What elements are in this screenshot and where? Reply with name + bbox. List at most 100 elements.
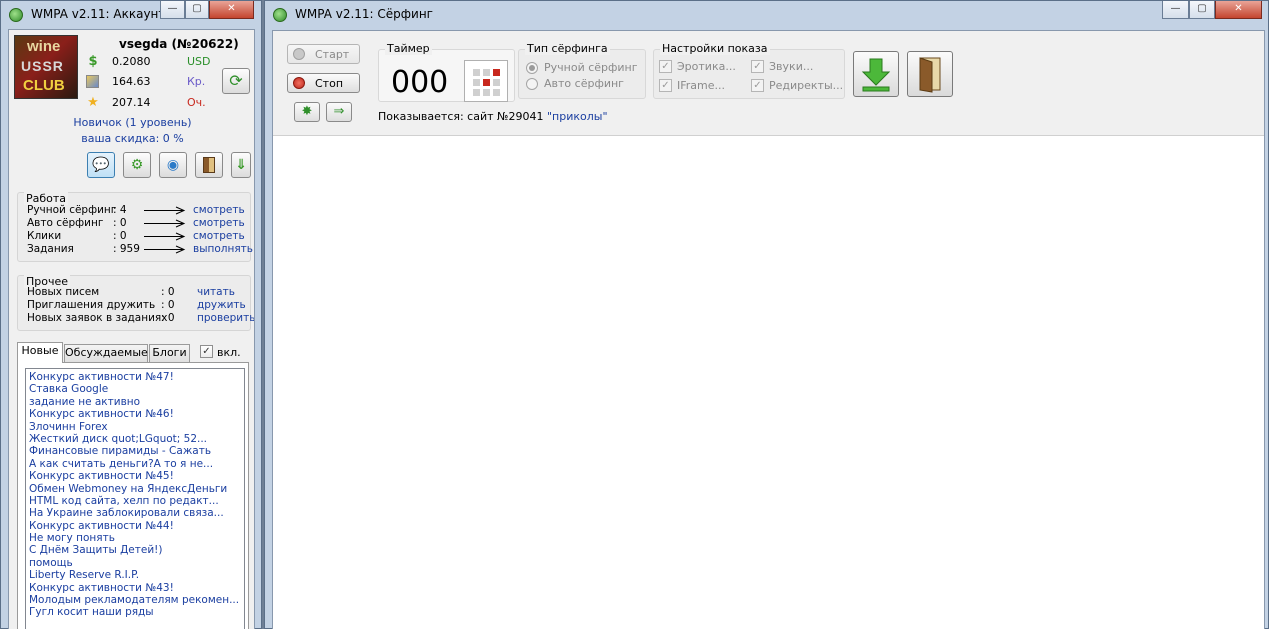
balance-usd: $ 0.2080 USD: [85, 54, 215, 70]
gear-icon: ✸: [301, 104, 313, 119]
app-logo-icon: [9, 8, 23, 22]
minimize-button[interactable]: —: [1162, 1, 1189, 19]
befriend-link[interactable]: дружить: [197, 299, 246, 311]
timer-title: Таймер: [385, 42, 432, 55]
news-item[interactable]: Конкурс активности №44!: [26, 520, 244, 532]
arrow-right-icon: ⇒: [333, 104, 345, 119]
messages-button[interactable]: 💬: [87, 152, 115, 178]
enabled-checkbox[interactable]: ✓: [200, 345, 213, 358]
news-item[interactable]: Liberty Reserve R.I.P.: [26, 569, 244, 581]
timer-value: 000: [391, 65, 449, 100]
account-window-titlebar[interactable]: WMPA v2.11: Аккаунт — ▢ ✕: [1, 1, 261, 29]
news-item[interactable]: Жесткий диск quot;LGquot; 52...: [26, 433, 244, 445]
tab-blogs[interactable]: Блоги: [149, 344, 190, 362]
refresh-icon: ⟳: [229, 71, 243, 90]
news-item[interactable]: HTML код сайта, хелп по редакт...: [26, 495, 244, 507]
news-item[interactable]: Финансовые пирамиды - Сажать: [26, 445, 244, 457]
close-button[interactable]: ✕: [209, 1, 254, 19]
gear-icon: ⚙: [130, 157, 144, 173]
download-arrow-icon: [861, 58, 891, 92]
auto-surf-radio[interactable]: [526, 78, 538, 90]
news-item[interactable]: Конкурс активности №45!: [26, 470, 244, 482]
news-item[interactable]: Молодым рекламодателям рекомен...: [26, 594, 244, 606]
display-settings-group: Настройки показа ✓ Эротика... ✓ Звуки...…: [653, 42, 845, 99]
close-button[interactable]: ✕: [1215, 1, 1262, 19]
settings-button[interactable]: ✸: [294, 102, 320, 122]
work-row-tasks: Задания : 959 выполнять: [27, 243, 253, 255]
surfing-window-title: WMPA v2.11: Сёрфинг: [295, 7, 433, 21]
view-auto-surf-link[interactable]: смотреть: [193, 217, 245, 229]
refresh-button[interactable]: ⟳: [222, 68, 250, 94]
other-row-friends: Приглашения дружить : 0 дружить: [27, 299, 246, 311]
do-tasks-link[interactable]: выполнять: [193, 243, 253, 255]
news-item[interactable]: Гугл косит наши ряды: [26, 606, 244, 618]
check-icon: [293, 48, 305, 60]
next-button[interactable]: ⇒: [326, 102, 352, 122]
status-line: Показывается: сайт №29041 "приколы": [378, 110, 608, 123]
iframe-checkbox[interactable]: ✓: [659, 79, 672, 92]
avatar: wine USSR CLUB: [14, 35, 78, 99]
tab-new[interactable]: Новые: [17, 342, 63, 363]
browser-content-area[interactable]: [273, 135, 1264, 629]
status-text: Показывается: сайт №29041: [378, 110, 547, 123]
door-icon: [203, 157, 215, 173]
maximize-button[interactable]: ▢: [1189, 1, 1215, 19]
view-manual-surf-link[interactable]: смотреть: [193, 204, 245, 216]
surf-type-group: Тип сёрфинга Ручной сёрфинг Авто сёрфинг: [518, 42, 646, 99]
browser-button[interactable]: ◉: [159, 152, 187, 178]
sounds-checkbox[interactable]: ✓: [751, 60, 764, 73]
news-item[interactable]: помощь: [26, 557, 244, 569]
work-row-auto: Авто сёрфинг : 0 смотреть: [27, 217, 245, 229]
minimize-button[interactable]: —: [160, 1, 185, 19]
captcha-image: [464, 60, 508, 102]
dollar-icon: $: [88, 54, 98, 69]
manual-surf-radio[interactable]: [526, 62, 538, 74]
balance-credits: 164.63 Кр.: [85, 74, 215, 90]
app-logo-icon: [273, 8, 287, 22]
globe-icon: ◉: [166, 157, 180, 173]
surfing-window-titlebar[interactable]: WMPA v2.11: Сёрфинг — ▢ ✕: [265, 1, 1268, 29]
news-item[interactable]: Обмен Webmoney на ЯндексДеньги: [26, 483, 244, 495]
surfing-toolbar: Старт Стоп ✸ ⇒ Таймер 000 Тип сёрфинга Р…: [273, 31, 1264, 135]
news-item[interactable]: задание не активно: [26, 396, 244, 408]
user-level: Новичок (1 уровень): [73, 116, 192, 129]
arrow-right-icon: [144, 219, 186, 228]
news-item[interactable]: С Днём Защиты Детей!): [26, 544, 244, 556]
news-item[interactable]: Ставка Google: [26, 383, 244, 395]
tab-discussed[interactable]: Обсуждаемые: [64, 344, 148, 362]
stop-button[interactable]: Стоп: [287, 73, 360, 93]
news-list[interactable]: Конкурс активности №47! Ставка Google зада…: [25, 368, 245, 629]
news-item[interactable]: Конкурс активности №43!: [26, 582, 244, 594]
display-settings-title: Настройки показа: [660, 42, 770, 55]
download-button[interactable]: [853, 51, 899, 97]
erotica-checkbox[interactable]: ✓: [659, 60, 672, 73]
work-row-clicks: Клики : 0 смотреть: [27, 230, 245, 242]
settings-button[interactable]: ⚙: [123, 152, 151, 178]
redirects-checkbox[interactable]: ✓: [751, 79, 764, 92]
work-group: Работа Ручной сёрфинг : 4 смотреть Авто …: [17, 192, 253, 262]
current-site-link[interactable]: "приколы": [547, 110, 608, 123]
start-button[interactable]: Старт: [287, 44, 360, 64]
surfing-panel: Старт Стоп ✸ ⇒ Таймер 000 Тип сёрфинга Р…: [272, 30, 1265, 629]
credit-icon: [86, 75, 99, 88]
discount-text: ваша скидка: 0 %: [81, 132, 184, 145]
account-panel: wine USSR CLUB vsegda (№20622) $ 0.2080 …: [8, 29, 255, 629]
news-item[interactable]: А как считать деньги?А то я не...: [26, 458, 244, 470]
news-item[interactable]: Конкурс активности №46!: [26, 408, 244, 420]
view-clicks-link[interactable]: смотреть: [193, 230, 245, 242]
news-tabs: Новые Обсуждаемые Блоги ✓ вкл.: [17, 342, 251, 363]
news-item[interactable]: На Украине заблокировали связа...: [26, 507, 244, 519]
read-mail-link[interactable]: читать: [197, 286, 235, 298]
door-icon: [919, 57, 941, 93]
maximize-button[interactable]: ▢: [185, 1, 209, 19]
news-item[interactable]: Злочинн Forex: [26, 421, 244, 433]
exit-button[interactable]: [195, 152, 223, 178]
check-requests-link[interactable]: проверить: [197, 312, 254, 324]
account-window-title: WMPA v2.11: Аккаунт: [31, 7, 166, 21]
enabled-label: вкл.: [217, 346, 241, 359]
username: vsegda (№20622): [119, 37, 239, 51]
exit-button[interactable]: [907, 51, 953, 97]
download-button[interactable]: ⇓: [231, 152, 251, 178]
news-item[interactable]: Не могу понять: [26, 532, 244, 544]
news-item[interactable]: Конкурс активности №47!: [26, 371, 244, 383]
